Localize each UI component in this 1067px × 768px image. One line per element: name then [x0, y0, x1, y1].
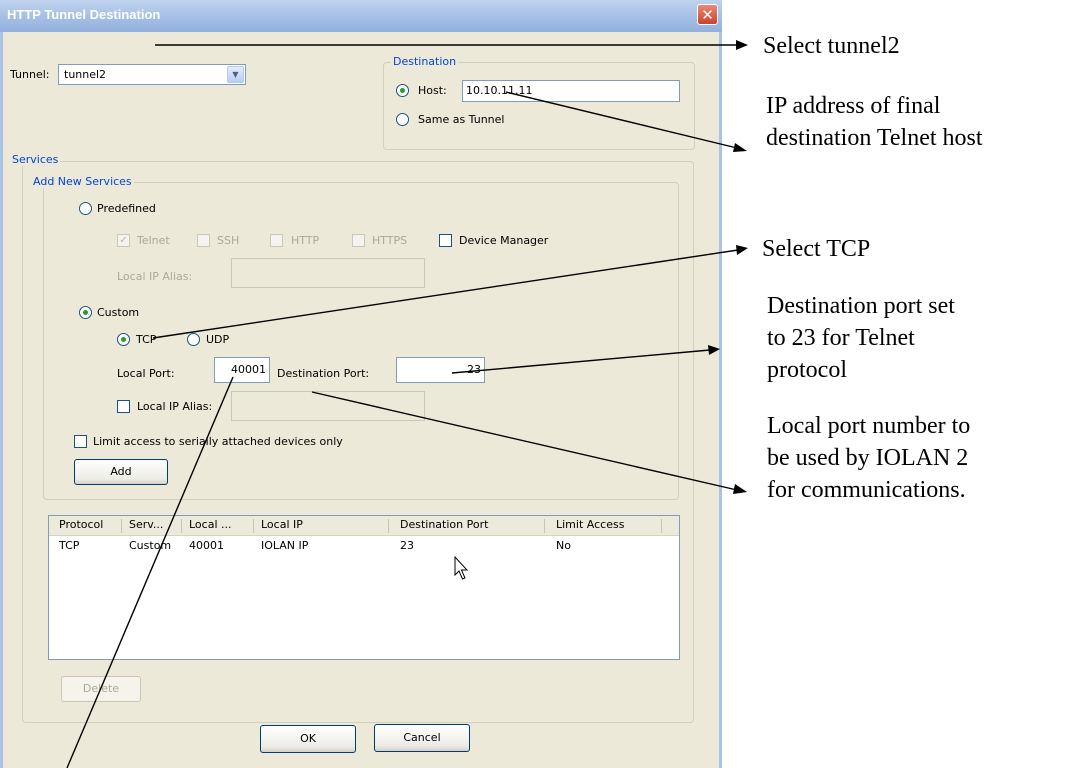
arrow-select-tcp — [152, 245, 748, 339]
arrow-ip-address — [505, 91, 747, 152]
arrow-select-tunnel — [155, 40, 748, 50]
line-local-port-down — [66, 376, 234, 768]
annotation-arrows — [66, 40, 748, 768]
arrow-local-port — [311, 391, 747, 494]
arrow-destination-port — [451, 345, 720, 374]
